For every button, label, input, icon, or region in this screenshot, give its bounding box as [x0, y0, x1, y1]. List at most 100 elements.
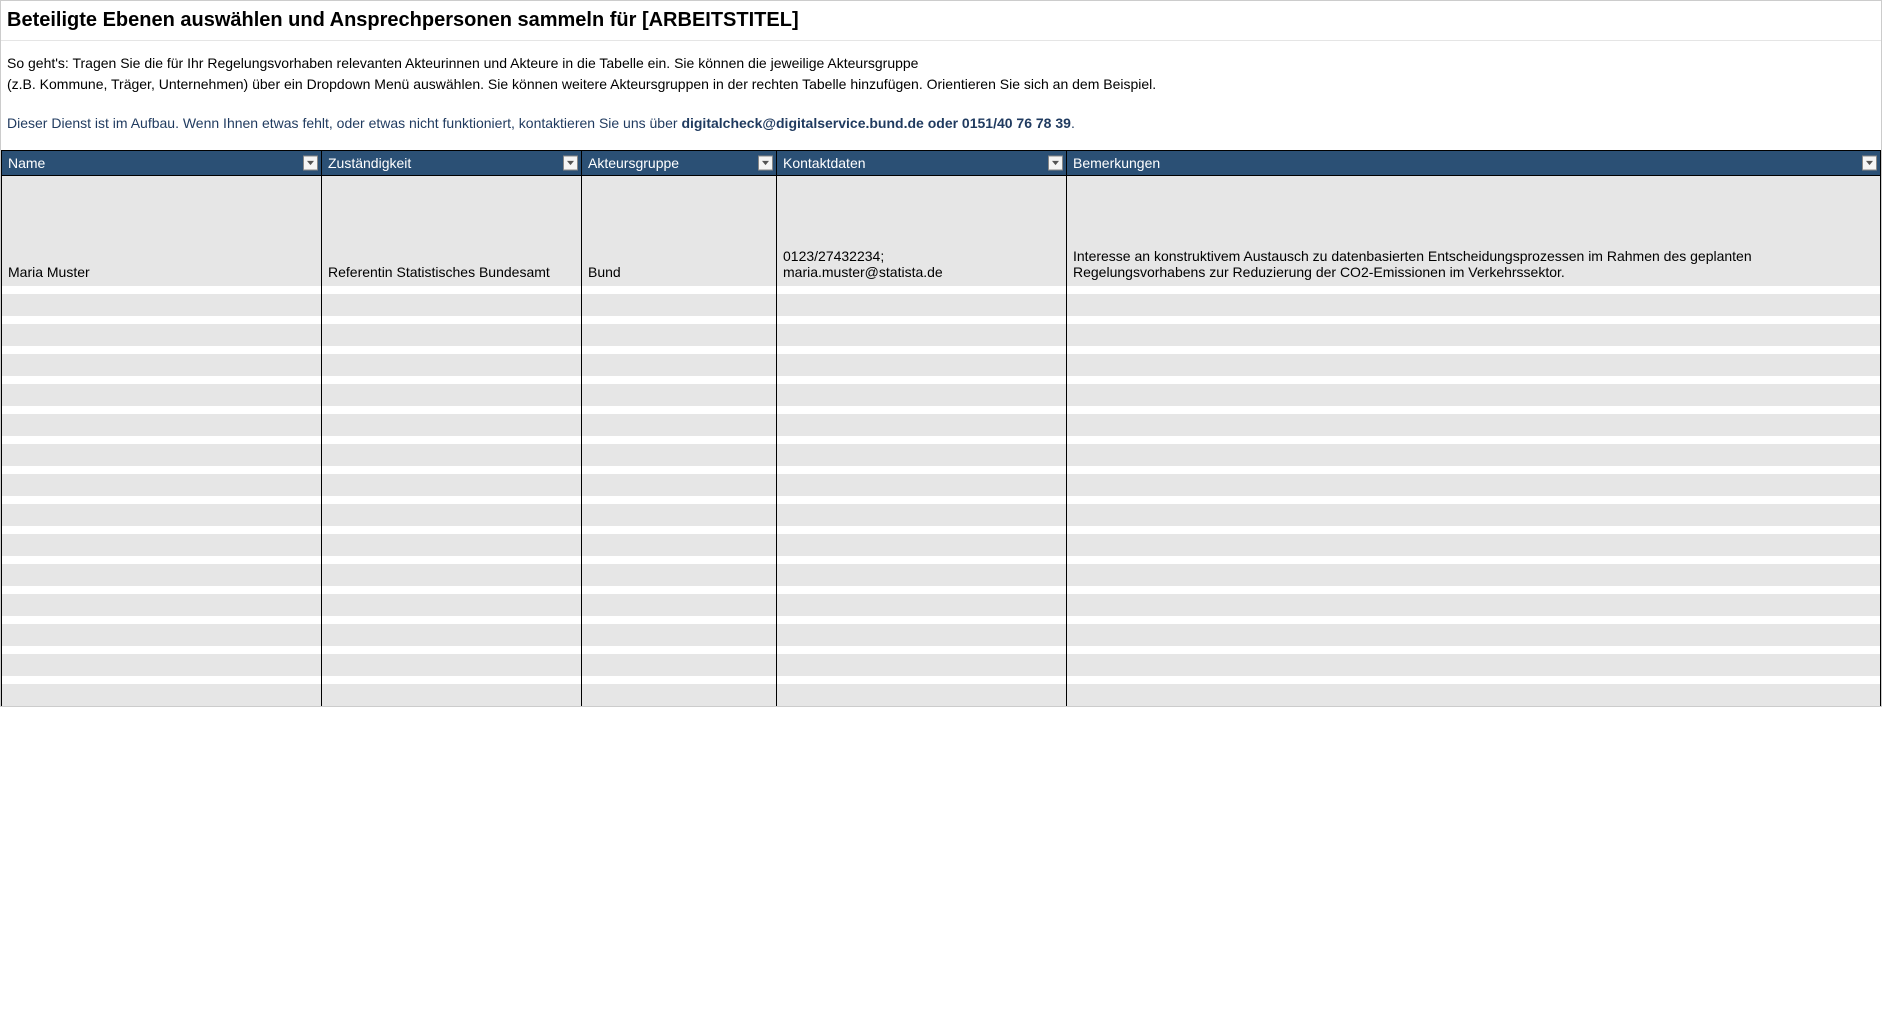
empty-cell[interactable] — [322, 624, 582, 646]
empty-cell[interactable] — [1067, 316, 1881, 324]
table-row-empty[interactable] — [2, 354, 1881, 376]
table-row-empty[interactable] — [2, 654, 1881, 676]
empty-cell[interactable] — [1067, 376, 1881, 384]
empty-cell[interactable] — [1067, 684, 1881, 706]
empty-cell[interactable] — [582, 504, 777, 526]
filter-dropdown-zustaendigkeit[interactable] — [563, 156, 578, 171]
empty-cell[interactable] — [2, 616, 322, 624]
empty-cell[interactable] — [582, 444, 777, 466]
cell-akteursgruppe[interactable]: Bund — [582, 176, 777, 286]
empty-cell[interactable] — [1067, 414, 1881, 436]
empty-cell[interactable] — [777, 376, 1067, 384]
table-row-empty[interactable] — [2, 586, 1881, 594]
table-row-empty[interactable] — [2, 564, 1881, 586]
empty-cell[interactable] — [2, 354, 322, 376]
empty-cell[interactable] — [582, 594, 777, 616]
empty-cell[interactable] — [2, 646, 322, 654]
empty-cell[interactable] — [322, 616, 582, 624]
table-row-empty[interactable] — [2, 496, 1881, 504]
empty-cell[interactable] — [2, 684, 322, 706]
table-row-empty[interactable] — [2, 534, 1881, 556]
empty-cell[interactable] — [1067, 496, 1881, 504]
empty-cell[interactable] — [2, 676, 322, 684]
empty-cell[interactable] — [322, 534, 582, 556]
empty-cell[interactable] — [777, 346, 1067, 354]
empty-cell[interactable] — [777, 556, 1067, 564]
table-row-empty[interactable] — [2, 436, 1881, 444]
table-row-empty[interactable] — [2, 406, 1881, 414]
empty-cell[interactable] — [2, 496, 322, 504]
empty-cell[interactable] — [777, 654, 1067, 676]
empty-cell[interactable] — [1067, 586, 1881, 594]
empty-cell[interactable] — [2, 586, 322, 594]
empty-cell[interactable] — [582, 324, 777, 346]
col-header-zustaendigkeit[interactable]: Zuständigkeit — [322, 151, 582, 176]
empty-cell[interactable] — [582, 526, 777, 534]
cell-bemerkungen[interactable]: Interesse an konstruktivem Austausch zu … — [1067, 176, 1881, 286]
table-row-empty[interactable] — [2, 384, 1881, 406]
filter-dropdown-bemerkungen[interactable] — [1862, 156, 1877, 171]
table-row-empty[interactable] — [2, 316, 1881, 324]
empty-cell[interactable] — [777, 526, 1067, 534]
empty-cell[interactable] — [777, 384, 1067, 406]
empty-cell[interactable] — [582, 286, 777, 294]
empty-cell[interactable] — [777, 466, 1067, 474]
table-row-empty[interactable] — [2, 414, 1881, 436]
empty-cell[interactable] — [777, 676, 1067, 684]
col-header-kontaktdaten[interactable]: Kontaktdaten — [777, 151, 1067, 176]
empty-cell[interactable] — [322, 316, 582, 324]
empty-cell[interactable] — [2, 526, 322, 534]
empty-cell[interactable] — [2, 654, 322, 676]
empty-cell[interactable] — [322, 564, 582, 586]
empty-cell[interactable] — [2, 474, 322, 496]
table-row-empty[interactable] — [2, 616, 1881, 624]
empty-cell[interactable] — [582, 646, 777, 654]
empty-cell[interactable] — [777, 646, 1067, 654]
table-row-empty[interactable] — [2, 474, 1881, 496]
empty-cell[interactable] — [1067, 564, 1881, 586]
empty-cell[interactable] — [582, 624, 777, 646]
empty-cell[interactable] — [2, 324, 322, 346]
empty-cell[interactable] — [1067, 534, 1881, 556]
cell-zustaendigkeit[interactable]: Referentin Statistisches Bundesamt — [322, 176, 582, 286]
col-header-bemerkungen[interactable]: Bemerkungen — [1067, 151, 1881, 176]
empty-cell[interactable] — [1067, 616, 1881, 624]
empty-cell[interactable] — [777, 684, 1067, 706]
empty-cell[interactable] — [582, 496, 777, 504]
col-header-akteursgruppe[interactable]: Akteursgruppe — [582, 151, 777, 176]
col-header-name[interactable]: Name — [2, 151, 322, 176]
empty-cell[interactable] — [777, 496, 1067, 504]
empty-cell[interactable] — [1067, 654, 1881, 676]
empty-cell[interactable] — [582, 466, 777, 474]
empty-cell[interactable] — [777, 616, 1067, 624]
empty-cell[interactable] — [582, 414, 777, 436]
empty-cell[interactable] — [322, 646, 582, 654]
empty-cell[interactable] — [322, 354, 582, 376]
table-row-empty[interactable] — [2, 676, 1881, 684]
empty-cell[interactable] — [777, 564, 1067, 586]
empty-cell[interactable] — [582, 654, 777, 676]
empty-cell[interactable] — [2, 376, 322, 384]
empty-cell[interactable] — [582, 436, 777, 444]
empty-cell[interactable] — [1067, 444, 1881, 466]
empty-cell[interactable] — [1067, 436, 1881, 444]
table-row-empty[interactable] — [2, 504, 1881, 526]
empty-cell[interactable] — [1067, 504, 1881, 526]
empty-cell[interactable] — [2, 436, 322, 444]
empty-cell[interactable] — [2, 384, 322, 406]
empty-cell[interactable] — [322, 444, 582, 466]
empty-cell[interactable] — [322, 684, 582, 706]
cell-kontaktdaten[interactable]: 0123/27432234; maria.muster@statista.de — [777, 176, 1067, 286]
table-row-empty[interactable] — [2, 594, 1881, 616]
empty-cell[interactable] — [322, 474, 582, 496]
empty-cell[interactable] — [582, 616, 777, 624]
empty-cell[interactable] — [322, 286, 582, 294]
empty-cell[interactable] — [1067, 324, 1881, 346]
empty-cell[interactable] — [1067, 384, 1881, 406]
empty-cell[interactable] — [777, 594, 1067, 616]
empty-cell[interactable] — [777, 624, 1067, 646]
empty-cell[interactable] — [582, 474, 777, 496]
table-row-empty[interactable] — [2, 376, 1881, 384]
empty-cell[interactable] — [322, 676, 582, 684]
empty-cell[interactable] — [1067, 676, 1881, 684]
